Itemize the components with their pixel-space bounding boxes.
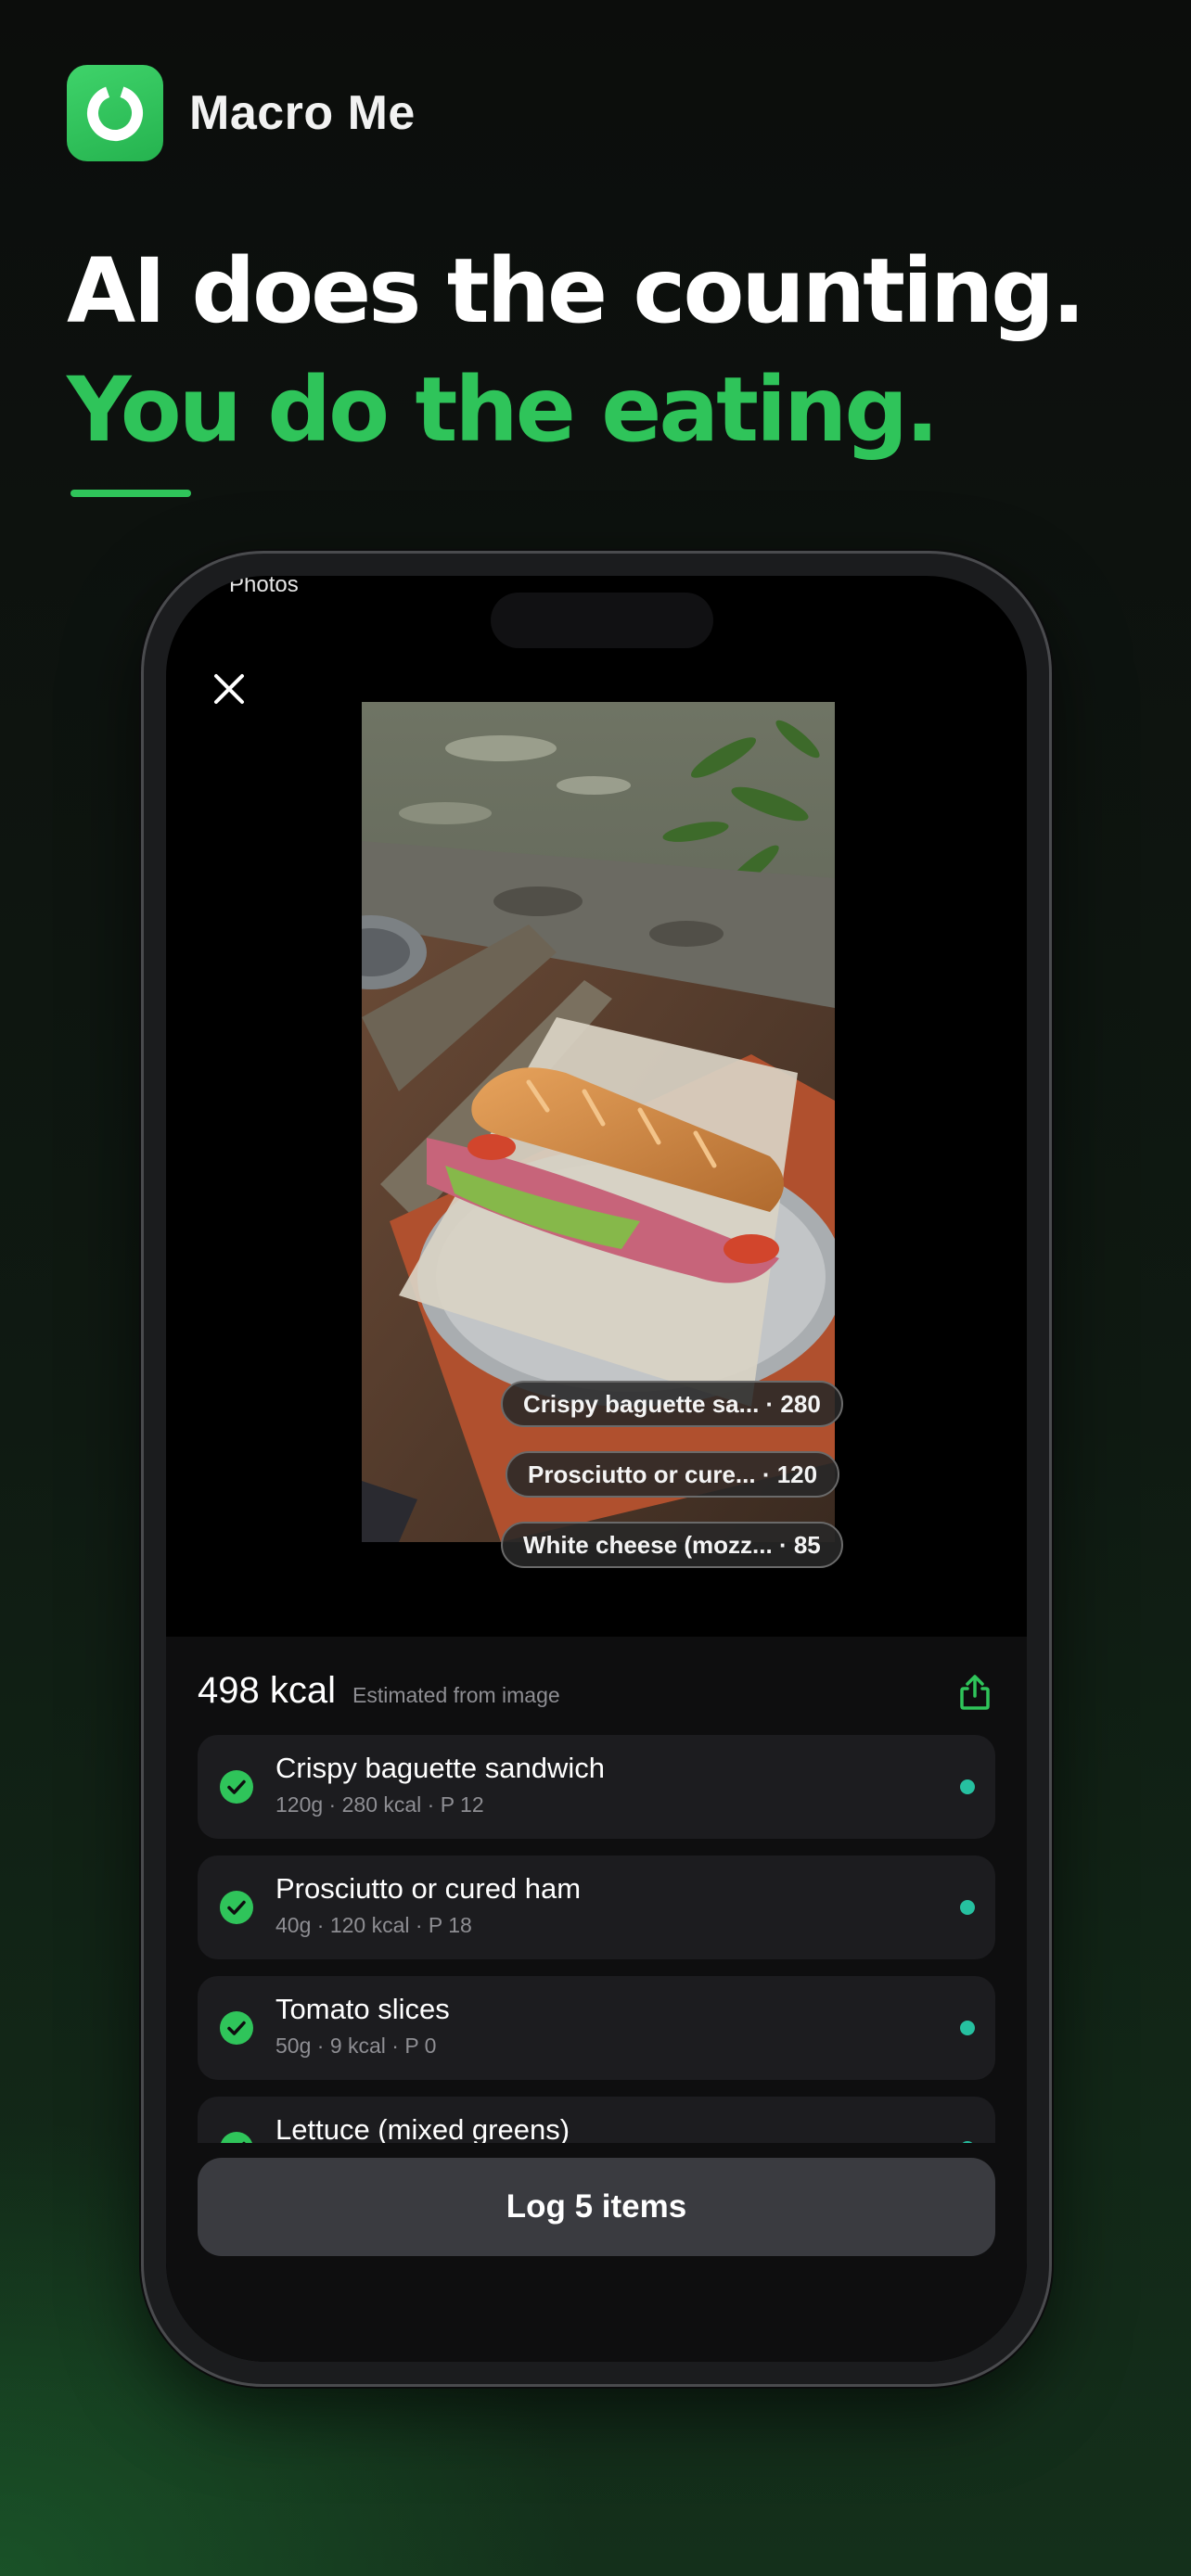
item-meta: 40g · 120 kcal · P 18 [275,1913,472,1937]
detection-label[interactable]: White cheese (mozz... · 85 [501,1522,843,1568]
estimate-note: Estimated from image [352,1683,560,1707]
status-dot [960,1779,975,1794]
brand: Macro Me [67,65,416,161]
share-icon [960,1675,990,1710]
log-items-button[interactable]: Log 5 items [198,2158,995,2256]
item-name: Lettuce (mixed greens) [275,2113,570,2143]
headline: AI does the counting. You do the eating. [67,232,1085,469]
phone-screen: Photos Crispy baguette sa... · 280 Prosc… [166,576,1027,2362]
checkmark-circle-icon[interactable] [220,1770,253,1804]
close-button[interactable] [203,663,255,715]
item-name: Tomato slices [275,1993,450,2025]
results-sheet: 498 kcal Estimated from image Crispy bag… [166,1637,1027,2362]
ring-logo-icon [67,65,163,161]
share-button[interactable] [954,1672,995,1713]
total-kcal: 498 kcal [198,1670,336,1711]
list-item[interactable]: Prosciutto or cured ham 40g · 120 kcal ·… [198,1855,995,1959]
item-meta: 120g · 280 kcal · P 12 [275,1792,484,1817]
headline-line-2: You do the eating. [67,358,940,462]
phone-mockup: Photos Crispy baguette sa... · 280 Prosc… [141,551,1052,2387]
status-bar-text: Photos [229,576,299,593]
close-icon [214,674,244,704]
checkmark-circle-icon[interactable] [220,2011,253,2045]
headline-line-1: AI does the counting. [67,239,1085,343]
status-dot [960,2141,975,2143]
summary: 498 kcal Estimated from image [198,1670,560,1712]
list-item[interactable]: Crispy baguette sandwich 120g · 280 kcal… [198,1735,995,1839]
status-dot [960,1900,975,1915]
accent-underline [70,490,191,497]
checkmark-circle-icon[interactable] [220,1891,253,1924]
detection-label[interactable]: Prosciutto or cure... · 120 [506,1451,840,1498]
item-meta: 50g · 9 kcal · P 0 [275,2034,437,2058]
status-dot [960,2021,975,2035]
list-item[interactable]: Lettuce (mixed greens) [198,2097,995,2143]
item-name: Crispy baguette sandwich [275,1752,605,1784]
detection-label[interactable]: Crispy baguette sa... · 280 [501,1381,843,1427]
dynamic-island [491,593,713,648]
list-item[interactable]: Tomato slices 50g · 9 kcal · P 0 [198,1976,995,2080]
item-name: Prosciutto or cured ham [275,1872,582,1905]
food-items-list[interactable]: Crispy baguette sandwich 120g · 280 kcal… [198,1735,995,2143]
brand-name: Macro Me [189,86,416,140]
checkmark-circle-icon[interactable] [220,2132,253,2143]
